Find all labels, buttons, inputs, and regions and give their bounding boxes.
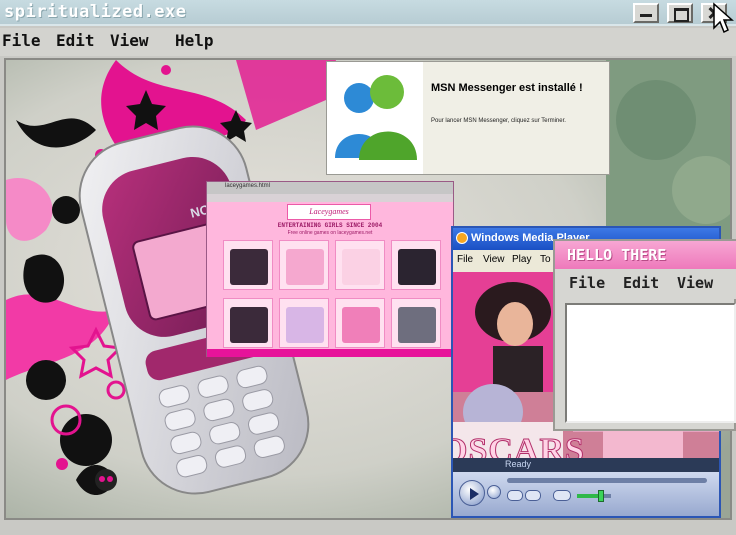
previous-icon[interactable] xyxy=(507,490,523,501)
menu-help[interactable]: Help xyxy=(175,31,214,50)
main-titlebar: spiritualized.exe xyxy=(0,0,736,26)
laceygames-titlebar: laceygames.html xyxy=(207,182,453,194)
laceygames-window: laceygames.html Laceygames ENTERTAINING … xyxy=(206,181,454,357)
laceygames-page: Laceygames ENTERTAINING GIRLS SINCE 2004… xyxy=(207,202,453,357)
media-player-icon xyxy=(456,232,468,244)
game-card[interactable] xyxy=(279,298,329,348)
hello-window: HELLO THERE File Edit View xyxy=(553,239,736,431)
game-card[interactable] xyxy=(279,240,329,290)
seek-bar[interactable] xyxy=(507,478,707,483)
hello-title: HELLO THERE xyxy=(567,246,667,264)
statusbar xyxy=(0,522,736,535)
game-card[interactable] xyxy=(223,298,273,348)
wmp-menu-play[interactable]: Play xyxy=(512,254,531,265)
game-card[interactable] xyxy=(335,298,385,348)
hello-menubar: File Edit View xyxy=(555,269,736,299)
laceygames-tab-title: laceygames.html xyxy=(225,183,271,189)
game-card[interactable] xyxy=(391,298,441,348)
hello-content-area[interactable] xyxy=(565,303,736,423)
msn-logo-panel xyxy=(327,62,423,174)
media-player-statusbar: Ready xyxy=(453,458,719,472)
media-player-controls xyxy=(453,472,719,516)
mouse-cursor-icon xyxy=(713,2,734,34)
wmp-menu-file[interactable]: File xyxy=(457,254,473,265)
game-card[interactable] xyxy=(391,240,441,290)
play-icon[interactable] xyxy=(459,480,485,506)
menu-view[interactable]: View xyxy=(110,31,149,50)
game-grid xyxy=(223,240,441,348)
menu-edit[interactable]: Edit xyxy=(56,31,95,50)
laceygames-toolbar xyxy=(207,194,453,202)
msn-buddy-icon xyxy=(335,75,417,160)
game-card[interactable] xyxy=(335,240,385,290)
msn-heading: MSN Messenger est installé ! xyxy=(431,82,583,94)
menu-file[interactable]: File xyxy=(2,31,41,50)
hello-menu-edit[interactable]: Edit xyxy=(623,274,659,292)
hello-menu-file[interactable]: File xyxy=(569,274,605,292)
laceygames-subheading: Free online games on laceygames.net xyxy=(287,230,373,236)
mute-icon[interactable] xyxy=(553,490,571,501)
video-caption: OSCARS xyxy=(453,432,585,459)
laceygames-footer xyxy=(207,349,453,357)
wmp-menu-tools[interactable]: To xyxy=(540,254,551,265)
player-status: Ready xyxy=(505,459,532,469)
next-icon[interactable] xyxy=(525,490,541,501)
msn-body-text: Pour lancer MSN Messenger, cliquez sur T… xyxy=(431,118,566,124)
msn-dialog: MSN Messenger est installé ! Pour lancer… xyxy=(326,61,610,175)
laceygames-logo[interactable]: Laceygames xyxy=(287,204,371,220)
stop-icon[interactable] xyxy=(487,485,501,499)
maximize-button[interactable] xyxy=(667,3,693,23)
volume-slider[interactable] xyxy=(577,490,611,502)
minimize-button[interactable] xyxy=(633,3,659,23)
hello-titlebar: HELLO THERE xyxy=(555,241,736,269)
window-title: spiritualized.exe xyxy=(4,2,187,22)
laceygames-heading: ENTERTAINING GIRLS SINCE 2004 xyxy=(277,222,383,229)
wmp-menu-view[interactable]: View xyxy=(483,254,505,265)
volume-knob[interactable] xyxy=(597,490,604,502)
menubar: File Edit View Help xyxy=(0,28,736,56)
hello-menu-view[interactable]: View xyxy=(677,274,713,292)
game-card[interactable] xyxy=(223,240,273,290)
